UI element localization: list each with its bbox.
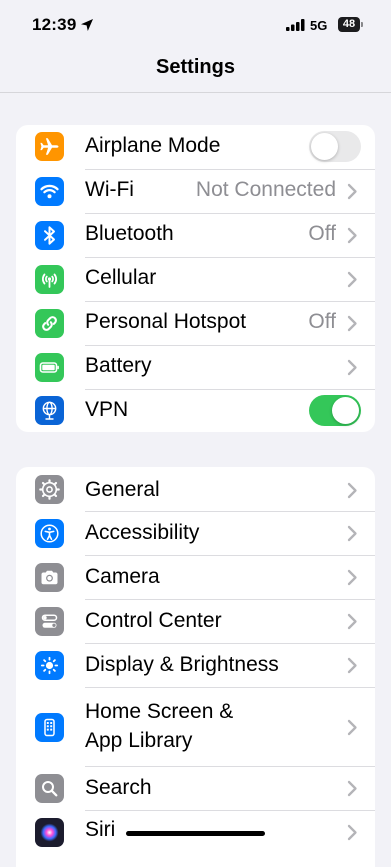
search-icon: [35, 774, 64, 803]
row-personal-hotspot[interactable]: Personal Hotspot Off: [16, 302, 375, 345]
bluetooth-icon: [35, 221, 64, 250]
row-label: Search: [85, 776, 152, 799]
chevron-right-icon: [347, 183, 357, 200]
vpn-toggle[interactable]: [309, 395, 361, 426]
cellular-signal-icon: [286, 19, 305, 31]
battery-icon: 48: [338, 17, 364, 32]
chevron-right-icon: [347, 525, 357, 542]
row-wifi[interactable]: Wi-Fi Not Connected: [16, 170, 375, 213]
toggle-knob: [311, 133, 338, 160]
settings-group-general: General Accessibility Camera Control Cen…: [16, 467, 375, 867]
row-cellular[interactable]: Cellular: [16, 258, 375, 301]
chevron-right-icon: [347, 569, 357, 586]
row-label-line2: App Library: [85, 729, 193, 752]
row-label: VPN: [85, 398, 129, 421]
row-label: Airplane Mode: [85, 134, 221, 157]
row-control-center[interactable]: Control Center: [16, 600, 375, 643]
nav-divider: [0, 92, 391, 93]
chevron-right-icon: [347, 271, 357, 288]
status-time: 12:39: [32, 15, 77, 34]
vpn-globe-icon: [35, 396, 64, 425]
chevron-right-icon: [347, 482, 357, 499]
row-label: Display & Brightness: [85, 653, 279, 676]
row-label: Control Center: [85, 609, 222, 632]
row-accessibility[interactable]: Accessibility: [16, 512, 375, 555]
row-label: Siri: [85, 818, 116, 841]
row-search[interactable]: Search: [16, 767, 375, 810]
row-vpn[interactable]: VPN: [16, 390, 375, 432]
chevron-right-icon: [347, 780, 357, 797]
home-screen-icon: [35, 713, 64, 742]
gear-icon: [35, 475, 64, 504]
row-label: Bluetooth: [85, 222, 174, 245]
siri-icon: [35, 818, 64, 847]
chevron-right-icon: [347, 719, 357, 736]
cellular-antenna-icon: [35, 265, 64, 294]
airplane-mode-toggle[interactable]: [309, 131, 361, 162]
row-label: Camera: [85, 565, 160, 588]
network-type: 5G: [310, 18, 328, 33]
accessibility-icon: [35, 519, 64, 548]
chevron-right-icon: [347, 315, 357, 332]
wifi-status-value: Not Connected: [195, 178, 336, 201]
row-label: Accessibility: [85, 521, 200, 544]
battery-tip: [361, 22, 363, 27]
wifi-icon: [35, 177, 64, 206]
chevron-right-icon: [347, 613, 357, 630]
bluetooth-status-value: Off: [308, 222, 336, 245]
toggle-knob: [332, 397, 359, 424]
hotspot-status-value: Off: [308, 310, 336, 333]
row-label: Home Screen &: [85, 700, 234, 723]
chevron-right-icon: [347, 359, 357, 376]
home-indicator[interactable]: [126, 831, 265, 836]
row-airplane-mode[interactable]: Airplane Mode: [16, 125, 375, 169]
airplane-icon: [35, 132, 64, 161]
battery-level: 48: [338, 17, 360, 32]
row-label: Wi-Fi: [85, 178, 134, 201]
row-battery[interactable]: Battery: [16, 346, 375, 389]
row-home-screen-app-library[interactable]: Home Screen & App Library: [16, 688, 375, 766]
row-label: General: [85, 478, 160, 501]
chevron-right-icon: [347, 227, 357, 244]
row-general[interactable]: General: [16, 467, 375, 511]
battery-icon: [35, 353, 64, 382]
row-label: Battery: [85, 354, 152, 377]
page-title: Settings: [156, 56, 235, 78]
row-display-brightness[interactable]: Display & Brightness: [16, 644, 375, 687]
row-camera[interactable]: Camera: [16, 556, 375, 599]
location-arrow-icon: [81, 19, 93, 31]
chevron-right-icon: [347, 657, 357, 674]
control-center-icon: [35, 607, 64, 636]
hotspot-link-icon: [35, 309, 64, 338]
row-label: Cellular: [85, 266, 157, 289]
sun-icon: [35, 651, 64, 680]
row-bluetooth[interactable]: Bluetooth Off: [16, 214, 375, 257]
status-bar: 12:39 5G 48: [0, 0, 391, 50]
chevron-right-icon: [347, 824, 357, 841]
camera-icon: [35, 563, 64, 592]
settings-group-connectivity: Airplane Mode Wi-Fi Not Connected Blueto…: [16, 125, 375, 432]
row-label: Personal Hotspot: [85, 310, 247, 333]
